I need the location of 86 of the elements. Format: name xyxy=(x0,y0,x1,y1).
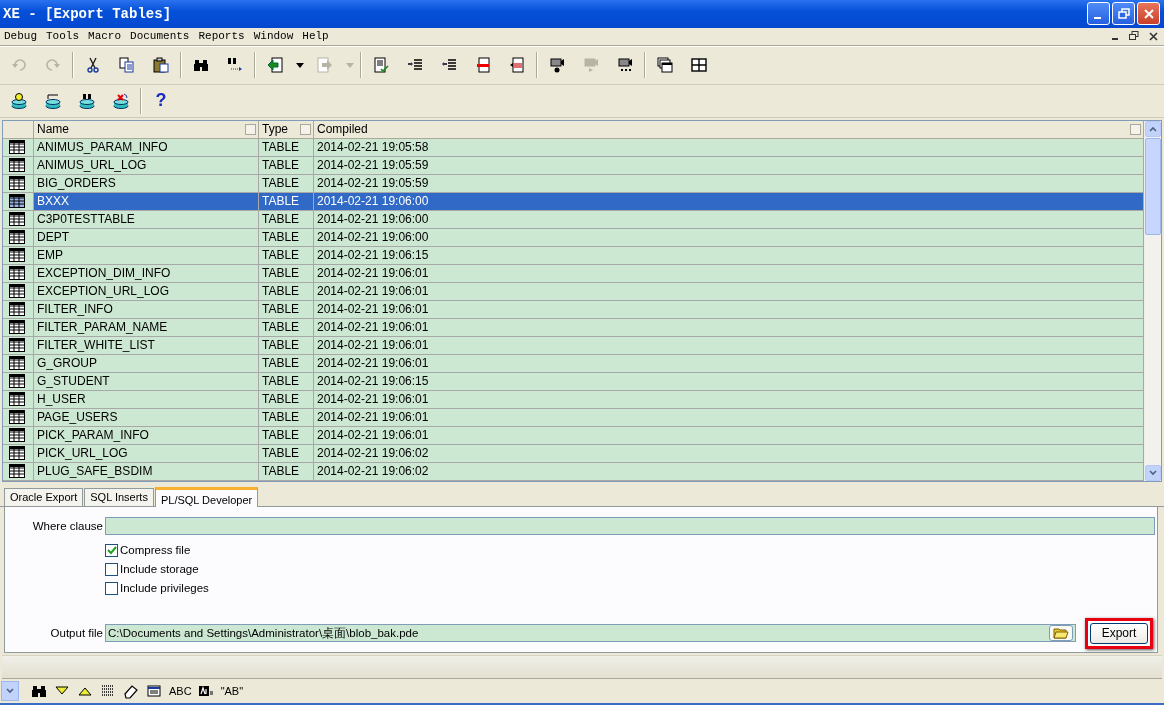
table-icon xyxy=(9,266,25,281)
document-arrow-icon[interactable] xyxy=(267,56,283,73)
where-clause-field[interactable] xyxy=(105,517,1155,535)
field-label: Where clause xyxy=(31,520,104,532)
close-icon xyxy=(1142,7,1155,20)
database-icon[interactable] xyxy=(45,92,61,109)
copy-icon[interactable] xyxy=(119,56,135,73)
database-cross-icon[interactable] xyxy=(113,92,129,109)
eraser-icon[interactable] xyxy=(123,683,139,699)
table-icon xyxy=(9,302,25,317)
table-icon xyxy=(9,392,25,407)
chevron-up-icon xyxy=(1149,126,1157,132)
menu-item[interactable]: Tools xyxy=(42,30,84,43)
table-icon xyxy=(9,338,25,353)
table-icon xyxy=(9,320,25,335)
field-label: Output file xyxy=(49,627,104,640)
window-title: XE - [Export Tables] xyxy=(3,5,173,22)
tab[interactable]: PL/SQL Developer xyxy=(154,487,259,507)
export-button[interactable]: Export xyxy=(1090,623,1148,644)
minimize-button[interactable] xyxy=(1087,2,1110,26)
chevron-down-icon xyxy=(6,688,14,694)
scroll-up-button[interactable] xyxy=(1145,121,1161,137)
checkbox[interactable] xyxy=(105,582,118,595)
scrollbar-thumb[interactable] xyxy=(1145,138,1161,235)
windows-icon[interactable] xyxy=(657,56,673,73)
camera-icon[interactable] xyxy=(549,56,565,73)
table-icon xyxy=(9,356,25,371)
restore-icon xyxy=(1117,7,1130,20)
header-label: Compiled xyxy=(317,121,368,138)
database-binoculars-icon[interactable] xyxy=(79,92,95,109)
minimize-icon xyxy=(1112,38,1118,41)
table-icon xyxy=(9,176,25,191)
table-icon xyxy=(9,374,25,389)
dropdown-button[interactable] xyxy=(1,681,19,701)
help-icon[interactable]: ? xyxy=(155,90,167,112)
table-icon xyxy=(9,230,25,245)
header-label: Name xyxy=(37,121,69,138)
checkbox-label: Compress file xyxy=(120,544,191,557)
minimize-icon xyxy=(1093,16,1101,19)
camera-icon[interactable] xyxy=(617,56,633,73)
table-icon xyxy=(9,410,25,425)
table-icon xyxy=(9,464,25,479)
highlight-text-icon[interactable] xyxy=(197,683,214,699)
tab[interactable]: Oracle Export xyxy=(4,488,84,506)
checkbox[interactable] xyxy=(105,544,118,557)
table-icon xyxy=(9,212,25,227)
menu-item[interactable]: Reports xyxy=(194,30,249,43)
table-icon xyxy=(9,140,25,155)
output-file-field[interactable]: C:\Documents and Settings\Administrator\桌面\blob_bak.pde xyxy=(105,624,1076,643)
menu-item[interactable]: Window xyxy=(249,30,298,43)
table-icon xyxy=(9,446,25,461)
menu-item[interactable]: Help xyxy=(298,30,333,43)
folder-icon[interactable] xyxy=(1053,627,1069,640)
indent-icon[interactable] xyxy=(407,56,423,73)
checkbox-label: Include storage xyxy=(120,563,199,576)
form-icon[interactable] xyxy=(146,683,162,699)
binoculars-arrow-icon[interactable] xyxy=(227,56,243,73)
database-bulb-icon[interactable] xyxy=(11,92,27,109)
document-icon[interactable] xyxy=(509,56,525,73)
scroll-down-button[interactable] xyxy=(1145,465,1161,481)
document-check-icon[interactable] xyxy=(373,56,389,73)
restore-button[interactable] xyxy=(1112,2,1135,26)
tab[interactable]: SQL Inserts xyxy=(84,488,154,506)
text-button[interactable]: ABC xyxy=(169,685,192,697)
field-value: C:\Documents and Settings\Administrator\桌面\blob_bak.pde xyxy=(108,626,420,641)
outdent-icon[interactable] xyxy=(441,56,457,73)
clipboard-icon[interactable] xyxy=(153,56,169,73)
menu-item[interactable]: Documents xyxy=(126,30,194,43)
chevron-down-icon xyxy=(1149,470,1157,476)
table-icon xyxy=(9,428,25,443)
checkbox-label: Include privileges xyxy=(120,582,209,595)
text-button[interactable]: "AB" xyxy=(220,685,244,697)
header-label: Type xyxy=(262,121,288,138)
table-icon xyxy=(9,158,25,173)
close-icon xyxy=(1148,31,1158,41)
grid-icon[interactable] xyxy=(691,56,707,73)
restore-icon xyxy=(1129,31,1139,42)
table-icon xyxy=(9,248,25,263)
close-button[interactable] xyxy=(1137,2,1160,26)
scissors-icon[interactable] xyxy=(85,56,101,73)
table-icon xyxy=(9,194,25,209)
checkbox[interactable] xyxy=(105,563,118,576)
menu-item[interactable]: Debug xyxy=(0,30,41,43)
table-icon xyxy=(9,284,25,299)
binoculars-icon[interactable] xyxy=(31,683,47,699)
menu-item[interactable]: Macro xyxy=(84,30,126,43)
